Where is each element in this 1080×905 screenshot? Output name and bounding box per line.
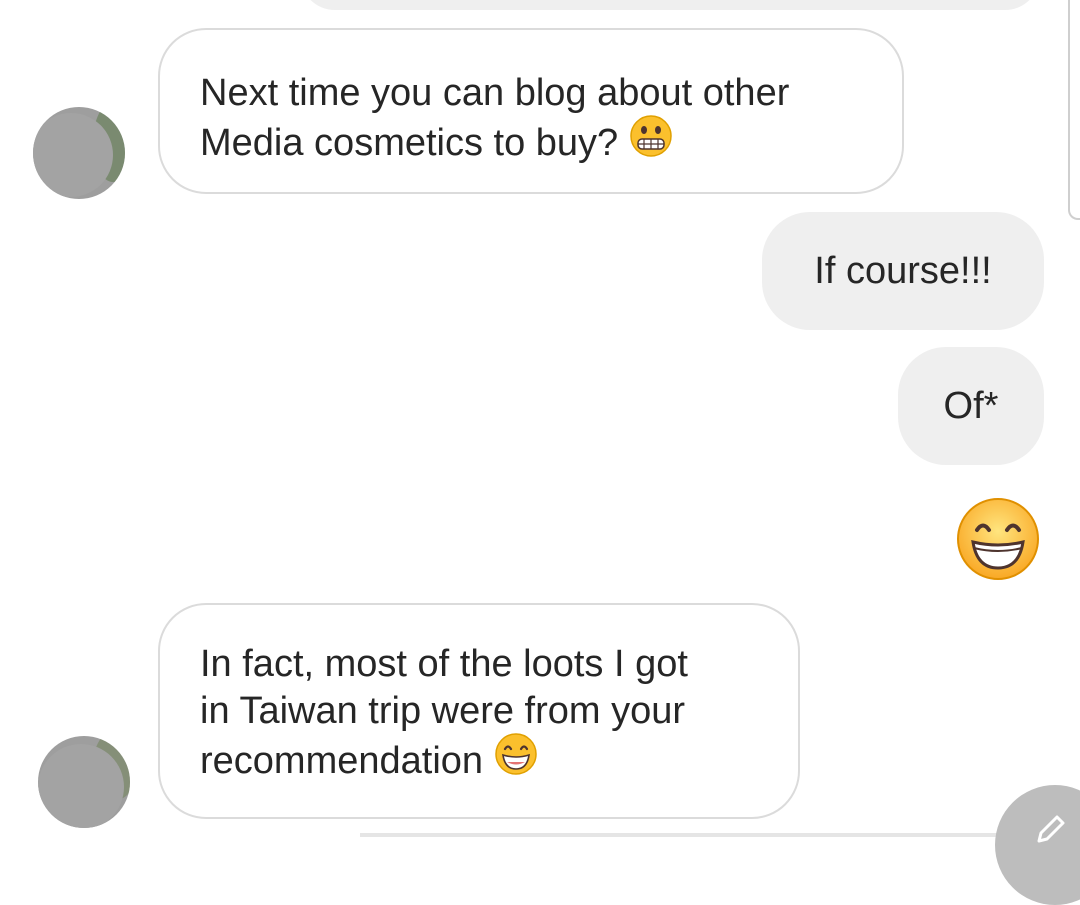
grinning-face-with-smiling-eyes-icon[interactable] xyxy=(955,496,1041,582)
previous-message-bubble xyxy=(300,0,1040,10)
message-bubble-sent[interactable]: If course!!! xyxy=(762,212,1044,330)
message-text: If course!!! xyxy=(814,249,992,292)
pencil-icon xyxy=(1033,813,1067,852)
message-text: Of* xyxy=(943,384,999,427)
avatar[interactable] xyxy=(38,736,130,828)
avatar-redaction xyxy=(38,744,124,828)
grimacing-face-icon xyxy=(629,114,673,170)
message-bubble-received[interactable]: Next time you can blog about other Media… xyxy=(158,28,904,194)
message-text-line: in Taiwan trip were from your xyxy=(200,690,686,732)
message-bubble-sent[interactable]: Of* xyxy=(898,347,1044,465)
compose-button[interactable] xyxy=(995,785,1080,905)
message-text-line: recommendation xyxy=(200,732,758,791)
input-bar-edge xyxy=(360,833,1000,837)
message-text-line: Next time you can blog about other xyxy=(200,72,790,114)
avatar-redaction xyxy=(33,113,113,197)
grinning-face-with-smiling-eyes-icon xyxy=(494,732,538,788)
message-text-line: Media cosmetics to buy? xyxy=(200,114,862,173)
scrollbar[interactable] xyxy=(1068,0,1080,220)
message-text-line: In fact, most of the loots I got xyxy=(200,643,688,685)
avatar[interactable] xyxy=(33,107,125,199)
message-bubble-received[interactable]: In fact, most of the loots I got in Taiw… xyxy=(158,603,800,819)
